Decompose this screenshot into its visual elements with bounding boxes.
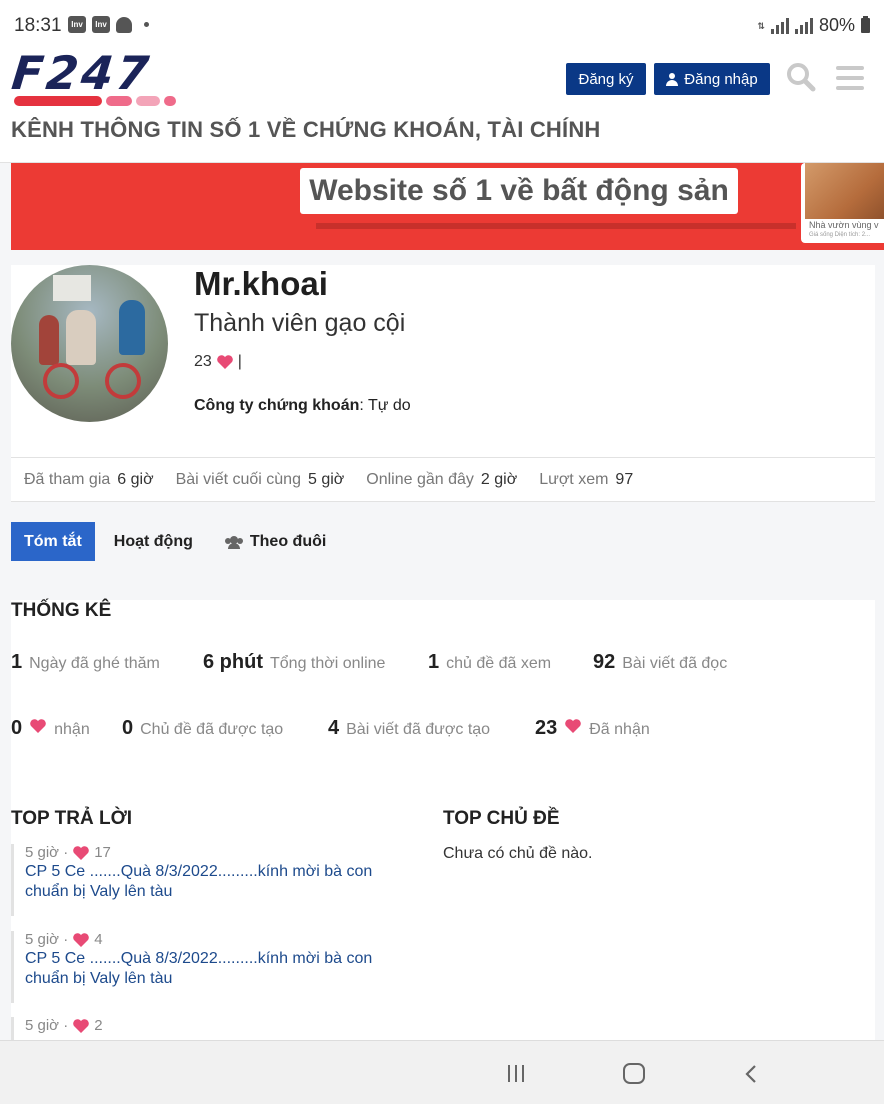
heart-icon: [564, 718, 582, 734]
status-notification-icons: Inv Inv: [68, 16, 149, 33]
top-replies-title: TOP TRẢ LỜI: [11, 808, 133, 829]
f247-logo[interactable]: F247: [9, 46, 212, 106]
company-value: : Tự do: [359, 397, 411, 414]
banner-photo: [805, 163, 884, 219]
recents-icon[interactable]: [508, 1065, 524, 1082]
signal-icon: [770, 17, 789, 34]
member-stats-row: Đã tham gia 6 giờ Bài viết cuối cùng 5 g…: [11, 457, 875, 502]
hamburger-menu-icon[interactable]: [836, 66, 864, 90]
ad-banner[interactable]: Website số 1 về bất động sản Nhà vườn vù…: [11, 163, 884, 250]
home-icon[interactable]: [623, 1063, 645, 1084]
logo-bars: [14, 96, 176, 106]
list-item: 5 giờ · 2: [11, 1017, 411, 1040]
profile-tabs: Tóm tắt Hoạt động Theo đuôi: [11, 522, 345, 561]
users-icon: [224, 535, 243, 549]
more-notifications-icon: [144, 22, 149, 27]
list-item: 5 giờ · 17 CP 5 Ce .......Quà 8/3/2022..…: [11, 844, 411, 916]
heart-icon: [29, 718, 47, 734]
banner-subcaption: Giá sống Diện tích: 2...: [809, 232, 871, 238]
metric-topics-created: 0 Chủ đề đã được tạo: [122, 717, 284, 739]
heart-icon: [72, 845, 90, 861]
heart-icon: [216, 354, 234, 370]
site-header: F247 Đăng ký Đăng nhập KÊNH THÔNG TIN SỐ…: [0, 46, 884, 163]
top-topics-title: TOP CHỦ ĐỀ: [443, 808, 560, 829]
metric-likes-given: 0 nhận: [11, 717, 90, 739]
status-bar: 18:31 Inv Inv ⇅ 80%: [0, 0, 884, 50]
stat-last-post: Bài viết cuối cùng 5 giờ: [175, 470, 345, 488]
battery-icon: [861, 16, 870, 33]
status-system-icons: ⇅ 80%: [757, 15, 870, 36]
list-item: 5 giờ · 4 CP 5 Ce .......Quà 8/3/2022...…: [11, 931, 411, 1003]
reply-meta: 5 giờ · 17: [25, 844, 111, 861]
banner-property-card: Nhà vườn vùng v Giá sống Diện tích: 2...: [801, 163, 884, 243]
metric-topics-viewed: 1 chủ đề đã xem: [428, 651, 552, 673]
system-navigation-bar: [0, 1040, 884, 1104]
banner-headline: Website số 1 về bất động sản: [300, 168, 738, 214]
heart-icon: [72, 1018, 90, 1034]
summary-panel: THỐNG KÊ 1 Ngày đã ghé thăm 6 phút Tổng …: [11, 600, 875, 1040]
avatar[interactable]: [11, 265, 168, 422]
login-label: Đăng nhập: [684, 70, 758, 88]
logo-text: F247: [9, 46, 155, 100]
stat-last-online: Online gần đây 2 giờ: [366, 470, 518, 488]
search-icon[interactable]: [786, 62, 816, 92]
login-button[interactable]: Đăng nhập: [654, 63, 770, 95]
metric-posts-created: 4 Bài viết đã được tạo: [328, 717, 491, 739]
snapchat-icon: [116, 16, 132, 33]
profile-card: Mr.khoai Thành viên gạo cội 23 | Công ty…: [11, 265, 875, 457]
profile-likes: 23 |: [194, 353, 242, 371]
likes-count: 23: [194, 353, 212, 370]
signal-icon: [794, 17, 813, 34]
site-tagline: KÊNH THÔNG TIN SỐ 1 VỀ CHỨNG KHOÁN, TÀI …: [11, 117, 601, 142]
register-button[interactable]: Đăng ký: [566, 63, 646, 95]
reply-topic-link[interactable]: CP 5 Ce .......Quà 8/3/2022.........kính…: [25, 949, 411, 989]
metric-likes-received: 23 Đã nhận: [535, 717, 650, 739]
stat-views: Lượt xem 97: [539, 470, 634, 488]
tab-following[interactable]: Theo đuôi: [212, 522, 339, 561]
profile-company: Công ty chứng khoán: Tự do: [194, 397, 411, 415]
metric-days-visited: 1 Ngày đã ghé thăm: [11, 651, 160, 673]
reply-meta: 5 giờ · 2: [25, 1017, 103, 1034]
tab-following-label: Theo đuôi: [249, 532, 327, 550]
user-icon: [666, 72, 679, 86]
data-transfer-icon: ⇅: [757, 20, 765, 31]
status-time: 18:31: [14, 15, 62, 36]
tab-activity[interactable]: Hoạt động: [101, 522, 206, 561]
battery-percent: 80%: [818, 15, 855, 35]
back-icon[interactable]: [744, 1065, 760, 1083]
company-label: Công ty chứng khoán: [194, 397, 360, 414]
metric-posts-read: 92 Bài viết đã đọc: [593, 651, 728, 673]
app-notification-icon: Inv: [92, 16, 110, 33]
reply-topic-link[interactable]: CP 5 Ce .......Quà 8/3/2022.........kính…: [25, 862, 411, 902]
profile-name: Mr.khoai: [194, 265, 328, 302]
no-topics-text: Chưa có chủ đề nào.: [443, 845, 593, 862]
banner-divider: [316, 223, 796, 229]
reply-meta: 5 giờ · 4: [25, 931, 103, 948]
app-notification-icon: Inv: [68, 16, 86, 33]
profile-rank: Thành viên gạo cội: [194, 309, 406, 337]
metric-online-time: 6 phút Tổng thời online: [203, 651, 386, 673]
tab-summary[interactable]: Tóm tắt: [11, 522, 95, 561]
stat-joined: Đã tham gia 6 giờ: [24, 470, 154, 488]
statistics-title: THỐNG KÊ: [11, 600, 112, 621]
heart-icon: [72, 932, 90, 948]
likes-separator: |: [237, 353, 242, 370]
banner-caption: Nhà vườn vùng v: [809, 220, 879, 230]
